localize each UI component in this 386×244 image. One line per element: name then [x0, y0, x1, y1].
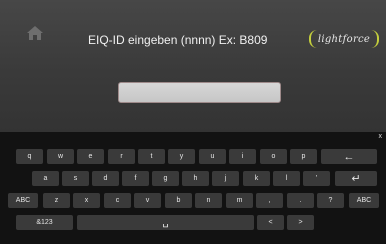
key-f[interactable]: f	[122, 171, 149, 186]
key-v[interactable]: v	[134, 193, 161, 208]
key-s[interactable]: s	[62, 171, 89, 186]
key-r[interactable]: r	[108, 149, 135, 164]
key-i[interactable]: i	[229, 149, 256, 164]
key-o[interactable]: o	[260, 149, 287, 164]
key-a[interactable]: a	[32, 171, 59, 186]
key-period[interactable]: .	[287, 193, 314, 208]
home-icon[interactable]	[26, 25, 44, 41]
key-n[interactable]: n	[195, 193, 222, 208]
key-j[interactable]: j	[212, 171, 239, 186]
top-panel: EIQ-ID eingeben (nnnn) Ex: B809 lightfor…	[0, 0, 386, 132]
key-comma[interactable]: ,	[256, 193, 283, 208]
key-question[interactable]: ?	[317, 193, 344, 208]
key-p[interactable]: p	[290, 149, 317, 164]
cursor-left-key[interactable]: <	[257, 215, 284, 230]
key-w[interactable]: w	[47, 149, 74, 164]
enter-key[interactable]: ↵	[335, 171, 377, 186]
key-g[interactable]: g	[152, 171, 179, 186]
key-u[interactable]: u	[199, 149, 226, 164]
key-q[interactable]: q	[16, 149, 43, 164]
lightforce-logo: lightforce	[309, 30, 379, 48]
key-z[interactable]: z	[43, 193, 70, 208]
key-b[interactable]: b	[165, 193, 192, 208]
keyboard-close-button[interactable]: x	[379, 133, 383, 140]
key-t[interactable]: t	[138, 149, 165, 164]
eiq-id-input[interactable]	[118, 82, 281, 103]
onscreen-keyboard: x q w e r t y u i o p ← a s d f g h j k …	[0, 132, 386, 244]
space-key[interactable]: ␣	[77, 215, 254, 230]
cursor-right-key[interactable]: >	[287, 215, 314, 230]
key-c[interactable]: c	[104, 193, 131, 208]
logo-text: lightforce	[317, 33, 371, 45]
key-e[interactable]: e	[77, 149, 104, 164]
key-l[interactable]: l	[273, 171, 300, 186]
shift-left-key[interactable]: ABC	[8, 193, 38, 208]
key-x[interactable]: x	[73, 193, 100, 208]
page-title: EIQ-ID eingeben (nnnn) Ex: B809	[88, 33, 268, 47]
key-h[interactable]: h	[182, 171, 209, 186]
key-apostrophe[interactable]: '	[303, 171, 330, 186]
symbols-key[interactable]: &123	[16, 215, 73, 230]
backspace-key[interactable]: ←	[321, 149, 377, 164]
key-k[interactable]: k	[243, 171, 270, 186]
key-d[interactable]: d	[92, 171, 119, 186]
key-y[interactable]: y	[168, 149, 195, 164]
shift-right-key[interactable]: ABC	[349, 193, 379, 208]
key-m[interactable]: m	[226, 193, 253, 208]
